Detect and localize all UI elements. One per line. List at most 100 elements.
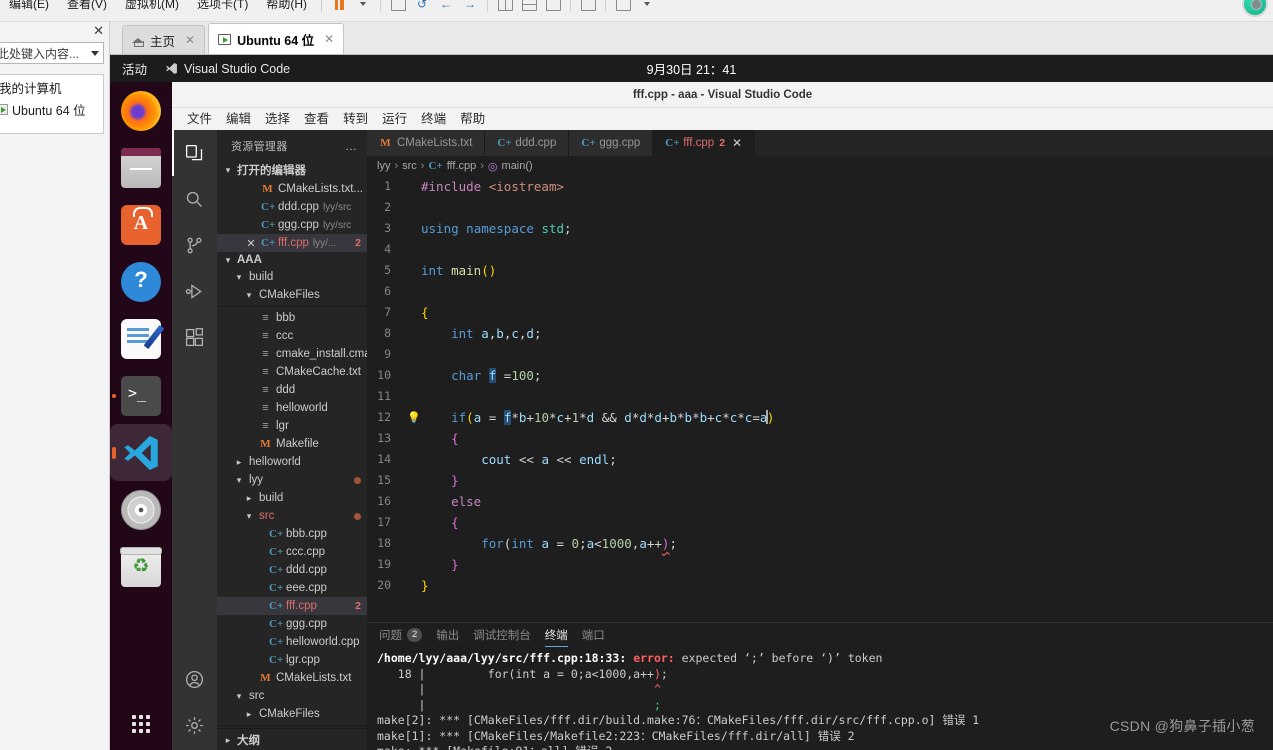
tree-item-ccc[interactable]: ≡ ccc (217, 327, 367, 345)
activitybar-explorer[interactable] (172, 130, 217, 176)
ubuntu-current-app[interactable]: Visual Studio Code (165, 62, 290, 76)
chevron-down-icon[interactable] (91, 50, 99, 56)
tree-item-fff-cpp[interactable]: C+ fff.cpp 2 (217, 597, 367, 615)
tree-item-helloworld[interactable]: ≡ helloworld (217, 399, 367, 417)
tree-item-cmake-install-cmake[interactable]: ≡ cmake_install.cmake (217, 345, 367, 363)
console-icon[interactable] (577, 0, 599, 14)
tree-item-build[interactable]: ▸ build (217, 489, 367, 507)
code-line[interactable]: 2 (367, 197, 1273, 218)
dock-item-help[interactable] (110, 253, 172, 310)
vmware-menu-help[interactable]: 帮助(H) (257, 0, 316, 15)
avatar[interactable] (1242, 0, 1268, 17)
tab-fff-cpp[interactable]: C+ fff.cpp 2 ✕ (653, 130, 756, 156)
enter-icon[interactable]: ← (435, 0, 457, 14)
activitybar-account[interactable] (172, 656, 217, 702)
caret-down-icon[interactable] (636, 0, 658, 14)
tree-item-ddd-cpp[interactable]: C+ ddd.cpp (217, 561, 367, 579)
horizontal-split-icon[interactable] (518, 0, 540, 14)
dock-item-firefox[interactable] (110, 82, 172, 139)
ubuntu-clock[interactable]: 9月30日 21：41 (647, 59, 737, 78)
vscode-menu-edit[interactable]: 编辑 (219, 108, 258, 130)
panel-tab-ports[interactable]: 端口 (582, 623, 605, 647)
code-line[interactable]: 12 💡 if(a = f*b+10*c+1*d && d*d*d+b*b*b+c… (367, 407, 1273, 428)
vscode-menu-terminal[interactable]: 终端 (414, 108, 453, 130)
code-line[interactable]: 14 cout << a << endl; (367, 449, 1273, 470)
close-icon[interactable]: ✕ (732, 136, 742, 150)
vscode-menu-go[interactable]: 转到 (336, 108, 375, 130)
close-icon[interactable]: ✕ (245, 237, 257, 250)
tree-item-eee-cpp[interactable]: C+ eee.cpp (217, 579, 367, 597)
code-line[interactable]: 3 using namespace std; (367, 218, 1273, 239)
code-editor[interactable]: 1 #include <iostream> 2 3 using namespace st… (367, 176, 1273, 596)
breadcrumb-item-symbol[interactable]: main() (502, 160, 533, 172)
send-icon[interactable]: → (459, 0, 481, 14)
tree-item-src[interactable]: ▾ src (217, 507, 367, 525)
panel-tab-problems[interactable]: 问题 2 (379, 623, 423, 647)
code-line[interactable]: 4 (367, 239, 1273, 260)
dock-item-files[interactable] (110, 139, 172, 196)
panel-tab-debug-console[interactable]: 调试控制台 (473, 623, 531, 647)
panel-tab-terminal[interactable]: 终端 (544, 623, 568, 647)
more-actions-icon[interactable]: … (345, 139, 358, 153)
vscode-menu-select[interactable]: 选择 (258, 108, 297, 130)
dock-item-text-editor[interactable] (110, 310, 172, 367)
breadcrumb-item-file[interactable]: fff.cpp (447, 160, 477, 172)
code-line[interactable]: 8 int a,b,c,d; (367, 323, 1273, 344)
two-pane-icon[interactable] (494, 0, 516, 14)
snapshot-icon[interactable] (387, 0, 409, 14)
show-applications-button[interactable] (110, 704, 172, 744)
vmware-menu-view[interactable]: 查看(V) (58, 0, 116, 15)
tree-item-cmakefiles[interactable]: ▸ CMakeFiles (217, 705, 367, 723)
tab-ggg-cpp[interactable]: C+ ggg.cpp (569, 130, 654, 156)
breadcrumb-item-lyy[interactable]: lyy (377, 160, 390, 172)
code-line[interactable]: 1 #include <iostream> (367, 176, 1273, 197)
revert-snapshot-icon[interactable]: ↺ (411, 0, 433, 14)
breadcrumb-item-src[interactable]: src (402, 160, 417, 172)
vmware-tab-ubuntu[interactable]: Ubuntu 64 位 ✕ (208, 23, 345, 54)
tree-item-lgr-cpp[interactable]: C+ lgr.cpp (217, 651, 367, 669)
dock-item-disc-drive[interactable] (110, 481, 172, 538)
code-line[interactable]: 15 } (367, 470, 1273, 491)
open-editor-item-fff-cpp[interactable]: ✕ C+ fff.cpp lyy/... 2 (217, 234, 367, 252)
library-item-ubuntu[interactable]: Ubuntu 64 位 (0, 98, 103, 121)
section-outline[interactable]: ▸ 大纲 (217, 728, 367, 750)
code-line[interactable]: 13 { (367, 428, 1273, 449)
tree-item-helloworld[interactable]: ▸ helloworld (217, 453, 367, 471)
activitybar-search[interactable] (172, 176, 217, 222)
vmware-tab-home[interactable]: 主页 ✕ (122, 25, 206, 54)
lightbulb-icon[interactable]: 💡 (407, 407, 421, 428)
close-icon[interactable]: ✕ (324, 32, 334, 46)
tree-item-lyy[interactable]: ▾ lyy (217, 471, 367, 489)
pause-icon[interactable] (328, 0, 350, 14)
activitybar-run-debug[interactable] (172, 268, 217, 314)
tree-item-cmakelists-txt[interactable]: M CMakeLists.txt (217, 669, 367, 687)
caret-down-icon[interactable] (352, 0, 374, 14)
library-search-input[interactable]: 此处键入内容... (0, 42, 104, 64)
vmware-menu-tabs[interactable]: 选项卡(T) (188, 0, 257, 15)
vscode-menu-help[interactable]: 帮助 (453, 108, 492, 130)
code-line[interactable]: 9 (367, 344, 1273, 365)
editor-scrollbar[interactable] (1263, 176, 1273, 622)
ubuntu-activities-button[interactable]: 活动 (110, 59, 157, 78)
code-line[interactable]: 16 else (367, 491, 1273, 512)
tree-item-cmakecache-txt[interactable]: ≡ CMakeCache.txt (217, 363, 367, 381)
tree-item-bbb[interactable]: ≡ bbb (217, 309, 367, 327)
code-line[interactable]: 20} (367, 575, 1273, 596)
dock-item-ubuntu-software[interactable] (110, 196, 172, 253)
tree-item-ccc-cpp[interactable]: C+ ccc.cpp (217, 543, 367, 561)
tree-item-src[interactable]: ▾ src (217, 687, 367, 705)
code-line[interactable]: 5 int main() (367, 260, 1273, 281)
code-line[interactable]: 11 (367, 386, 1273, 407)
tree-item-makefile[interactable]: M Makefile (217, 435, 367, 453)
tree-item-ddd[interactable]: ≡ ddd (217, 381, 367, 399)
close-icon[interactable]: ✕ (185, 33, 195, 47)
section-open-editors[interactable]: ▾ 打开的编辑器 (217, 160, 367, 180)
code-line[interactable]: 17 { (367, 512, 1273, 533)
tab-cmakelists-txt[interactable]: M CMakeLists.txt (367, 130, 486, 156)
section-project-root[interactable]: ▾ AAA (217, 252, 367, 268)
code-line[interactable]: 7{ (367, 302, 1273, 323)
code-line[interactable]: 6 (367, 281, 1273, 302)
tree-item-ggg-cpp[interactable]: C+ ggg.cpp (217, 615, 367, 633)
dock-item-trash[interactable] (110, 538, 172, 595)
code-line[interactable]: 18 for(int a = 0;a<1000,a++); (367, 533, 1273, 554)
